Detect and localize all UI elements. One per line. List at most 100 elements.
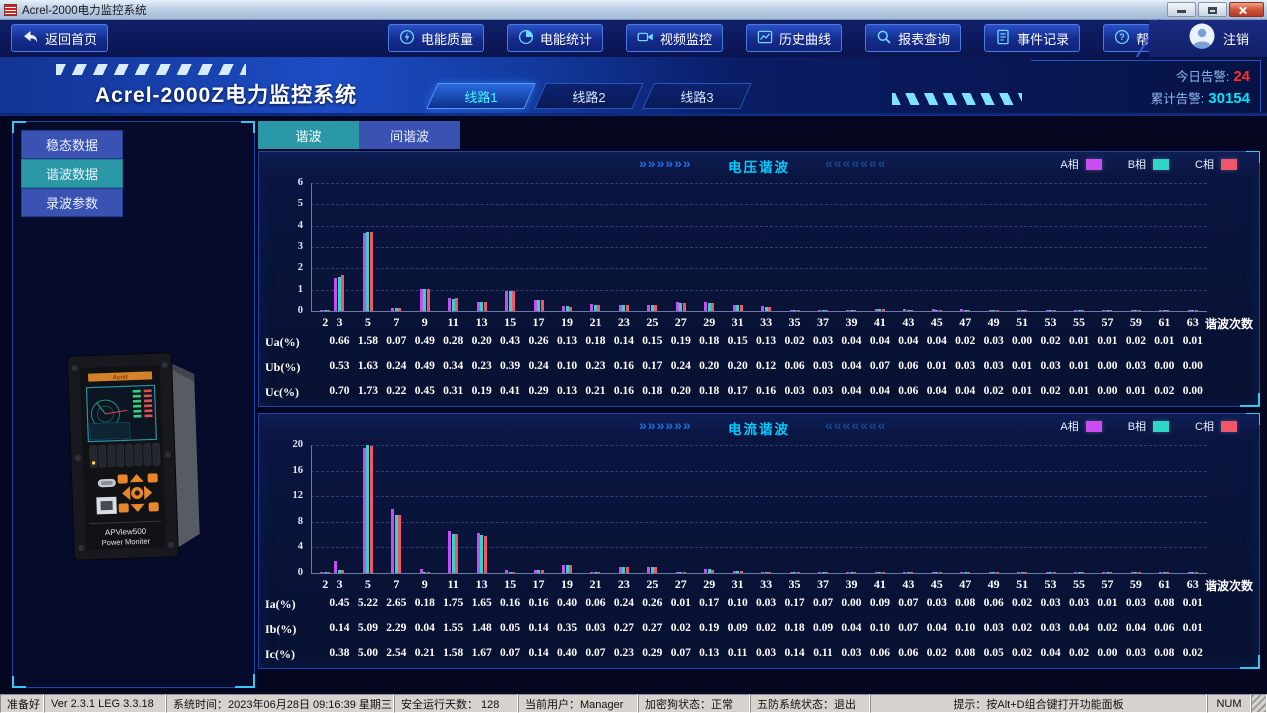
harmonic-tab-bar: 谐波 间谐波 — [258, 121, 460, 149]
close-button[interactable] — [1229, 2, 1264, 17]
table-cell: 0.23 — [471, 360, 492, 372]
line-tab-label: 线路2 — [572, 89, 606, 105]
legend-item-B相: B相 — [1128, 418, 1170, 434]
legend-item-A相: A相 — [1060, 418, 1102, 434]
table-cell: 0.28 — [443, 335, 464, 347]
bar-C相-h35 — [796, 572, 800, 573]
nav-button-报表查询[interactable]: 报表查询 — [865, 24, 962, 52]
nav-button-group: 电能质量电能统计视频监控历史曲线报表查询事件记录?帮助文档 — [388, 24, 1200, 52]
table-cell: 0.03 — [841, 647, 862, 659]
x-axis-tick: 29 — [703, 577, 716, 591]
table-cell: 0.20 — [670, 385, 691, 397]
logout-area[interactable]: 注销 — [1149, 20, 1267, 57]
home-button[interactable]: 返回首页 — [11, 24, 109, 52]
resize-grip — [1251, 694, 1267, 713]
x-axis-line — [311, 573, 1207, 574]
bar-C相-h21 — [597, 572, 601, 573]
sidebar-item-谐波数据[interactable]: 谐波数据 — [21, 159, 123, 188]
line-tab-线路2[interactable]: 线路2 — [534, 83, 644, 109]
svg-text:APView500: APView500 — [105, 527, 147, 537]
table-cell: 0.11 — [813, 647, 833, 659]
table-cell: 0.21 — [585, 385, 606, 397]
bar-C相-h57 — [1109, 310, 1113, 311]
sidebar-item-稳态数据[interactable]: 稳态数据 — [21, 130, 123, 159]
x-axis-tick: 5 — [364, 315, 371, 329]
table-cell: 0.00 — [1154, 360, 1175, 372]
table-cell: 0.20 — [699, 360, 720, 372]
table-cell: 0.09 — [869, 597, 890, 609]
sidebar-item-录波参数[interactable]: 录波参数 — [21, 188, 123, 217]
page-header: Acrel-2000Z电力监控系统 线路1 线路2 线路3 今日告警: 24 累计告警… — [0, 57, 1267, 115]
x-axis-tick: 47 — [959, 577, 972, 591]
back-icon — [22, 29, 39, 48]
tab-谐波[interactable]: 谐波 — [258, 121, 359, 149]
table-cell: 0.04 — [926, 385, 947, 397]
legend-label: A相 — [1060, 421, 1079, 433]
table-cell: 0.70 — [329, 385, 350, 397]
y-axis-tick: 6 — [297, 177, 303, 188]
phase-legend: A相 B相 C相 — [1060, 418, 1237, 434]
x-axis-tick: 63 — [1186, 315, 1199, 329]
legend-label: B相 — [1127, 159, 1147, 171]
maximize-button[interactable] — [1198, 2, 1227, 17]
table-cell: 0.06 — [1154, 622, 1175, 634]
table-cell: 0.01 — [1182, 597, 1203, 609]
table-cell: 2.65 — [386, 597, 407, 609]
bar-C相-h37 — [825, 572, 828, 573]
line-tab-线路3[interactable]: 线路3 — [642, 83, 752, 109]
table-cell: 0.01 — [926, 360, 947, 372]
table-cell: 0.18 — [699, 385, 720, 397]
x-axis-title: 谐波次数 — [1205, 579, 1254, 593]
x-axis-tick: 45 — [930, 315, 943, 329]
bar-C相-h35 — [796, 309, 800, 311]
table-row-Ub(%): Ub(%) 0.53 1.63 0.24 0.49 0.34 0.23 0.39 0.24 0.1… — [259, 356, 1259, 381]
table-cell: 0.02 — [1182, 647, 1203, 659]
y-axis-tick: 20 — [292, 439, 304, 450]
minimize-button[interactable] — [1167, 2, 1196, 17]
device-photo: Acrel APView500 Power Moniter — [51, 344, 221, 574]
main-content: 稳态数据 谐波数据 录波参数 Acrel APView500 Power Moniter… — [0, 115, 1267, 694]
line-tab-线路1[interactable]: 线路1 — [426, 83, 536, 109]
x-axis-tick: 29 — [703, 315, 716, 329]
table-cell: 0.24 — [613, 597, 634, 609]
nav-button-历史曲线[interactable]: 历史曲线 — [746, 24, 843, 52]
table-cell: 0.04 — [414, 622, 435, 634]
legend-item-B相: B相 — [1127, 156, 1170, 172]
table-cell: 0.15 — [727, 335, 748, 347]
table-row-Ua(%): Ua(%) 0.66 1.58 0.07 0.49 0.28 0.20 0.43 0.26 0.1… — [259, 331, 1259, 356]
table-cell: 0.14 — [784, 647, 805, 659]
voltage-panel-header: »»»»»» 电压谐波 ««««««« A相 B相 C相 — [259, 152, 1259, 177]
system-title: Acrel-2000Z电力监控系统 — [95, 84, 358, 107]
decor-stripes-left — [56, 64, 246, 75]
x-axis-tick: 19 — [561, 315, 573, 329]
table-cell: 0.06 — [983, 597, 1004, 609]
gridline — [311, 470, 1207, 472]
table-cell: 1.63 — [357, 360, 378, 372]
table-cell: 0.03 — [756, 647, 777, 659]
bar-C相-h59 — [1137, 310, 1141, 311]
status-segment: 五防系统状态：退出 — [750, 694, 870, 713]
nav-button-电能统计[interactable]: 电能统计 — [507, 24, 604, 52]
x-axis-tick: 7 — [393, 315, 400, 329]
gridline — [311, 183, 1207, 184]
gridline — [311, 204, 1207, 206]
report-search-icon — [876, 29, 892, 48]
bar-C相-h61 — [1166, 310, 1170, 311]
table-cell: 0.03 — [1040, 360, 1061, 372]
x-axis-tick: 33 — [760, 577, 773, 591]
bar-C相-h17 — [540, 570, 544, 573]
table-cell: 0.18 — [784, 622, 805, 634]
tab-间谐波[interactable]: 间谐波 — [359, 121, 460, 149]
x-axis-tick: 61 — [1158, 315, 1171, 329]
nav-button-电能质量[interactable]: 电能质量 — [388, 24, 485, 52]
table-cell: 0.14 — [528, 647, 549, 659]
status-segment: 加密狗状态：正常 — [638, 694, 750, 713]
chevrons-right-icon: »»»»»» — [639, 417, 692, 433]
table-cell: 0.13 — [756, 335, 777, 347]
nav-button-事件记录[interactable]: 事件记录 — [984, 24, 1081, 52]
table-cell: 0.04 — [1040, 647, 1061, 659]
nav-button-视频监控[interactable]: 视频监控 — [626, 24, 724, 52]
x-axis-tick: 31 — [731, 577, 744, 591]
table-cell: 0.09 — [812, 622, 834, 634]
x-axis-tick: 41 — [873, 577, 886, 591]
